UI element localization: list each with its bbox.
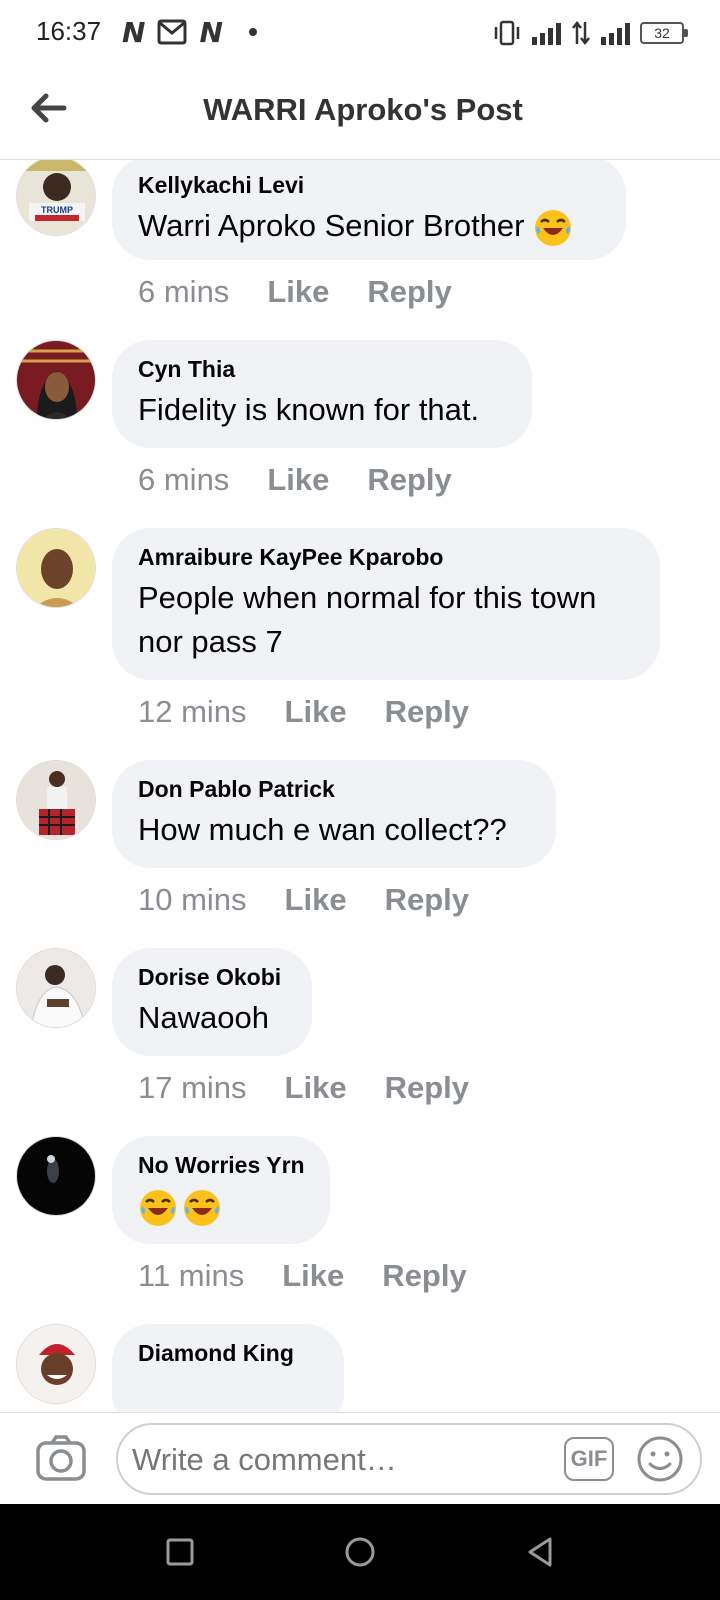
laughing-crying-emoji-icon	[184, 1189, 220, 1226]
comment-composer: Write a comment… GIF	[0, 1412, 720, 1504]
comment-author[interactable]: Don Pablo Patrick	[138, 774, 530, 804]
comment-time[interactable]: 17 mins	[138, 1070, 247, 1106]
comment-bubble[interactable]: Diamond King	[112, 1324, 344, 1412]
comments-list[interactable]: TRUMP Kellykachi Levi Warri Aproko Senio…	[0, 160, 720, 1412]
comment-bubble[interactable]: No Worries Yrn	[112, 1136, 330, 1244]
comment-text-line: nor pass 7	[138, 624, 283, 659]
back-triangle-icon[interactable]	[522, 1534, 558, 1570]
comment-author[interactable]: Kellykachi Levi	[138, 170, 600, 200]
comment-time[interactable]: 6 mins	[138, 462, 229, 498]
comment-text: Nawaooh	[138, 1000, 269, 1035]
comment-bubble[interactable]: Don Pablo Patrick How much e wan collect…	[112, 760, 556, 868]
n-icon: N	[122, 15, 146, 49]
comment-author[interactable]: No Worries Yrn	[138, 1150, 305, 1180]
battery-icon: 32	[640, 22, 688, 44]
h-plus-signal-icon	[601, 21, 630, 45]
like-button[interactable]: Like	[285, 694, 347, 730]
avatar[interactable]	[16, 760, 96, 840]
like-button[interactable]: Like	[285, 1070, 347, 1106]
comment-bubble[interactable]: Kellykachi Levi Warri Aproko Senior Brot…	[112, 160, 626, 260]
android-nav-bar	[0, 1504, 720, 1600]
app-header: WARRI Aproko's Post	[0, 64, 720, 160]
comment-meta: 6 mins Like Reply	[138, 274, 452, 310]
comment-meta: 6 mins Like Reply	[138, 462, 452, 498]
comment-author[interactable]: Diamond King	[138, 1338, 318, 1368]
more-notifications-dot	[248, 28, 257, 36]
gif-icon[interactable]: GIF	[564, 1437, 614, 1481]
reply-button[interactable]: Reply	[385, 694, 469, 730]
home-circle-icon[interactable]	[342, 1534, 378, 1570]
avatar[interactable]	[16, 1324, 96, 1404]
like-button[interactable]: Like	[285, 882, 347, 918]
page-title: WARRI Aproko's Post	[203, 92, 523, 127]
comment-text: Fidelity is known for that.	[138, 392, 480, 427]
comment-meta: 10 mins Like Reply	[138, 882, 469, 918]
signal-icon	[532, 21, 561, 45]
like-button[interactable]: Like	[267, 274, 329, 310]
comment-time[interactable]: 10 mins	[138, 882, 247, 918]
comment-time[interactable]: 11 mins	[138, 1258, 244, 1294]
like-button[interactable]: Like	[267, 462, 329, 498]
comment-bubble[interactable]: Cyn Thia Fidelity is known for that.	[112, 340, 532, 448]
comment-time[interactable]: 6 mins	[138, 274, 229, 310]
comment-meta: 17 mins Like Reply	[138, 1070, 469, 1106]
emoji-smile-icon[interactable]	[636, 1435, 684, 1483]
reply-button[interactable]: Reply	[382, 1258, 466, 1294]
comment-text-content: Warri Aproko Senior Brother	[138, 208, 525, 243]
system-icons: 32	[492, 18, 688, 48]
comment-time[interactable]: 12 mins	[138, 694, 247, 730]
like-button[interactable]: Like	[282, 1258, 344, 1294]
mail-icon	[157, 19, 187, 45]
comment-placeholder: Write a comment…	[132, 1442, 397, 1477]
laughing-crying-emoji-icon	[535, 209, 572, 246]
comment-text: People when normal for this town nor pas…	[138, 576, 634, 664]
comment-text-line: People when normal for this town	[138, 580, 597, 615]
camera-icon[interactable]	[36, 1435, 86, 1481]
avatar[interactable]	[16, 1136, 96, 1216]
reply-button[interactable]: Reply	[385, 882, 469, 918]
reply-button[interactable]: Reply	[367, 274, 451, 310]
svg-text:TRUMP: TRUMP	[41, 205, 73, 215]
comment-meta: 11 mins Like Reply	[138, 1258, 467, 1294]
avatar[interactable]	[16, 340, 96, 420]
data-arrows-icon	[572, 20, 590, 46]
status-bar: 16:37 N N 32	[0, 0, 720, 64]
comment-meta: 12 mins Like Reply	[138, 694, 469, 730]
avatar[interactable]: TRUMP	[16, 160, 96, 236]
comment-author[interactable]: Amraibure KayPee Kparobo	[138, 542, 634, 572]
comment-bubble[interactable]: Dorise Okobi Nawaooh	[112, 948, 312, 1056]
comment-text: How much e wan collect??	[138, 812, 507, 847]
comment-author[interactable]: Dorise Okobi	[138, 962, 286, 992]
avatar[interactable]	[16, 528, 96, 608]
laughing-crying-emoji-icon	[140, 1189, 176, 1226]
comment-text	[138, 1184, 304, 1228]
n-icon: N	[199, 15, 223, 49]
recents-square-icon[interactable]	[162, 1534, 198, 1570]
status-time: 16:37	[36, 16, 102, 46]
comment-input[interactable]: Write a comment… GIF	[116, 1423, 702, 1495]
vibrate-icon	[494, 20, 520, 46]
comment-bubble[interactable]: Amraibure KayPee Kparobo People when nor…	[112, 528, 660, 680]
reply-button[interactable]: Reply	[367, 462, 451, 498]
comment-author[interactable]: Cyn Thia	[138, 354, 506, 384]
avatar[interactable]	[16, 948, 96, 1028]
comment-text: Warri Aproko Senior Brother	[138, 204, 600, 248]
reply-button[interactable]: Reply	[385, 1070, 469, 1106]
notification-icons: N N	[122, 15, 257, 49]
